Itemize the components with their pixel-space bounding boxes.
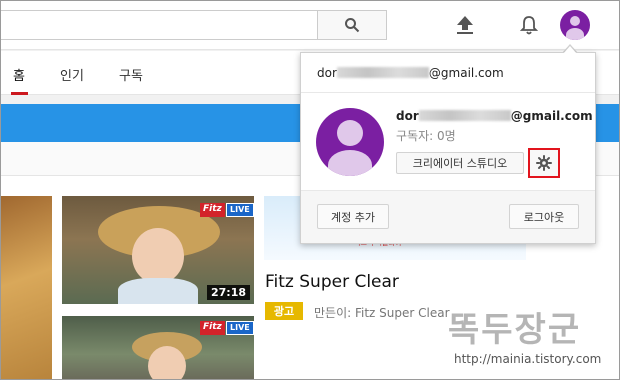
brand-logo: Fitz	[200, 203, 225, 217]
live-badge: LIVE	[226, 321, 254, 335]
search-input[interactable]	[0, 10, 318, 40]
avatar-icon	[337, 120, 363, 146]
popup-footer: 계정 추가 로그아웃	[301, 191, 595, 243]
upload-icon	[457, 16, 473, 34]
top-bar	[0, 0, 620, 50]
popup-arrow	[563, 46, 577, 54]
gear-icon	[536, 155, 552, 171]
divider	[301, 92, 595, 93]
live-badge: LIVE	[226, 203, 254, 217]
video-duration: 27:18	[206, 285, 250, 300]
video-thumbnail-2[interactable]: Fitz LIVE	[62, 316, 254, 380]
redacted-text	[336, 67, 429, 78]
creator-studio-button[interactable]: 크리에이터 스튜디오	[396, 152, 524, 174]
active-tab-indicator	[11, 92, 28, 95]
video-thumbnail-left[interactable]	[0, 196, 52, 380]
channel-name[interactable]: 만든이: Fitz Super Clear	[314, 304, 450, 321]
tab-home[interactable]: 홈	[13, 65, 25, 84]
subscriber-count: 구독자: 0명	[396, 129, 456, 143]
watermark-title: 똑두장군	[448, 310, 582, 350]
bell-icon	[520, 16, 538, 35]
tab-subscriptions[interactable]: 구독	[119, 65, 143, 84]
avatar-icon	[570, 16, 580, 26]
account-avatar-button[interactable]	[560, 10, 590, 40]
upload-button[interactable]	[452, 12, 478, 38]
search-button[interactable]	[317, 10, 387, 40]
watermark-url: http://mainia.tistory.com	[454, 352, 602, 366]
add-account-button[interactable]: 계정 추가	[317, 204, 389, 229]
video-title[interactable]: Fitz Super Clear	[265, 272, 399, 292]
logout-button[interactable]: 로그아웃	[509, 204, 579, 229]
ad-badge: 광고	[265, 302, 303, 320]
account-email-header: dor @gmail.com	[317, 66, 504, 80]
video-thumbnail-1[interactable]: Fitz LIVE 27:18	[62, 196, 254, 304]
brand-logo: Fitz	[200, 321, 225, 335]
account-menu-popup: dor @gmail.com dor @gmail.com 구독자: 0명 크리에이…	[300, 52, 596, 244]
redacted-text	[418, 110, 511, 121]
settings-button[interactable]	[528, 148, 560, 178]
account-email: dor @gmail.com	[396, 109, 593, 123]
notifications-button[interactable]	[516, 12, 542, 38]
tab-trending[interactable]: 인기	[60, 65, 84, 84]
search-icon	[345, 18, 360, 33]
account-avatar-large[interactable]	[316, 108, 384, 176]
